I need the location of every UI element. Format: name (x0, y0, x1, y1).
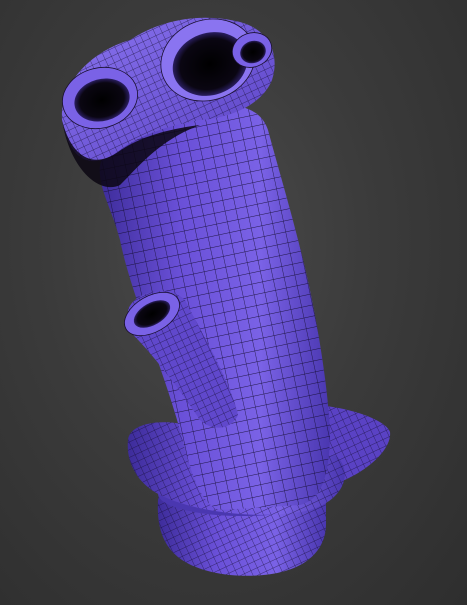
3d-viewport[interactable] (0, 0, 467, 605)
mesh-render (61, 17, 391, 576)
